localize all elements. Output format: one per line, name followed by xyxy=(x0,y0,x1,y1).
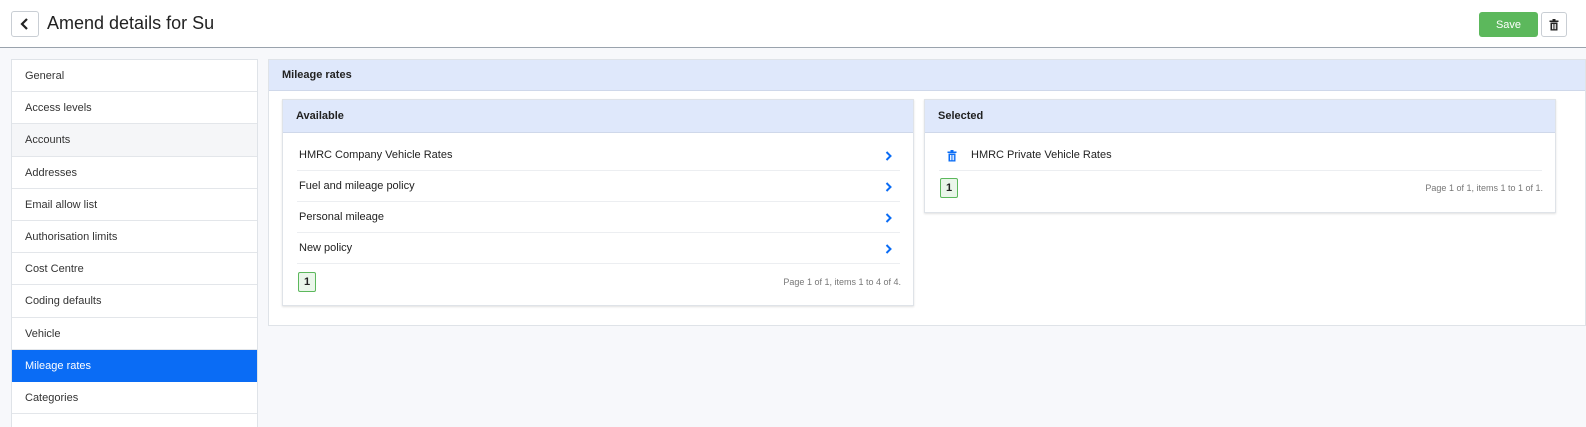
trash-icon[interactable] xyxy=(947,140,957,171)
available-item-label: New policy xyxy=(299,242,353,254)
chevron-right-icon[interactable] xyxy=(885,233,892,264)
pager-info: Page 1 of 1, items 1 to 1 of 1. xyxy=(1425,183,1543,193)
available-item[interactable]: Fuel and mileage policy xyxy=(297,171,900,202)
sidebar-item-mileage-rates[interactable]: Mileage rates xyxy=(12,349,257,382)
pager-page-button[interactable]: 1 xyxy=(298,272,316,292)
available-item[interactable]: HMRC Company Vehicle Rates xyxy=(297,140,900,171)
sidebar-item-addresses[interactable]: Addresses xyxy=(12,156,257,189)
available-item-label: HMRC Company Vehicle Rates xyxy=(299,149,453,161)
sidebar: General Access levels Accounts Addresses… xyxy=(11,59,258,427)
delete-button[interactable] xyxy=(1541,12,1567,37)
selected-card-title: Selected xyxy=(925,100,1555,133)
selected-card: Selected HMRC Private Vehicle Rates 1 Pa… xyxy=(924,99,1556,213)
pager-info: Page 1 of 1, items 1 to 4 of 4. xyxy=(783,277,901,287)
selected-item-label: HMRC Private Vehicle Rates xyxy=(971,149,1112,161)
chevron-left-icon xyxy=(20,18,28,30)
page-title: Amend details for Su xyxy=(47,13,215,33)
pager-page-button[interactable]: 1 xyxy=(940,178,958,198)
available-item-label: Personal mileage xyxy=(299,211,384,223)
sidebar-item-general[interactable]: General xyxy=(12,60,257,93)
sidebar-item-vehicle[interactable]: Vehicle xyxy=(12,317,257,350)
sidebar-item-email-allow-list[interactable]: Email allow list xyxy=(12,188,257,221)
back-button[interactable] xyxy=(11,11,39,37)
panel-title: Mileage rates xyxy=(269,60,1585,91)
chevron-right-icon[interactable] xyxy=(885,140,892,171)
page-header: Amend details for Su Save xyxy=(0,0,1586,48)
trash-icon xyxy=(1549,18,1559,30)
chevron-right-icon[interactable] xyxy=(885,202,892,233)
available-item[interactable]: New policy xyxy=(297,233,900,264)
sidebar-item-authorisation-limits[interactable]: Authorisation limits xyxy=(12,220,257,254)
save-button[interactable]: Save xyxy=(1479,12,1538,37)
available-item-label: Fuel and mileage policy xyxy=(299,180,415,192)
available-card-title: Available xyxy=(283,100,913,133)
sidebar-item-access-levels[interactable]: Access levels xyxy=(12,92,257,125)
selected-item: HMRC Private Vehicle Rates xyxy=(939,140,1542,171)
mileage-rates-panel: Mileage rates Available HMRC Company Veh… xyxy=(268,59,1586,326)
sidebar-item-cost-centre[interactable]: Cost Centre xyxy=(12,253,257,286)
sidebar-item-accounts[interactable]: Accounts xyxy=(12,124,257,157)
sidebar-item-categories[interactable]: Categories xyxy=(12,381,257,415)
sidebar-item-coding-defaults[interactable]: Coding defaults xyxy=(12,285,257,318)
available-card: Available HMRC Company Vehicle Rates Fue… xyxy=(282,99,914,306)
available-item[interactable]: Personal mileage xyxy=(297,202,900,233)
chevron-right-icon[interactable] xyxy=(885,171,892,202)
